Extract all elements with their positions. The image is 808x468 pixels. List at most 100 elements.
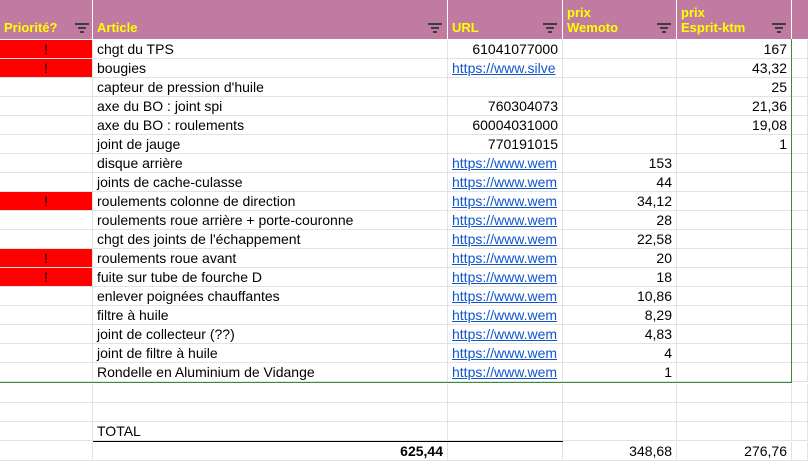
priority-cell[interactable] <box>0 325 93 344</box>
url-cell[interactable]: https://www.silve <box>448 59 563 78</box>
url-cell[interactable]: https://www.wem <box>448 173 563 192</box>
cell[interactable] <box>677 422 792 441</box>
esprit-price-cell[interactable] <box>677 325 792 344</box>
article-cell[interactable]: joint de collecteur (??) <box>93 325 448 344</box>
esprit-price-cell[interactable]: 25 <box>677 78 792 97</box>
wemoto-price-cell[interactable]: 22,58 <box>563 230 677 249</box>
article-cell[interactable]: disque arrière <box>93 154 448 173</box>
wemoto-price-cell[interactable] <box>563 135 677 154</box>
url-cell[interactable]: https://www.wem <box>448 268 563 287</box>
wemoto-price-cell[interactable]: 20 <box>563 249 677 268</box>
priority-cell[interactable] <box>0 306 93 325</box>
article-cell[interactable]: joint de filtre à huile <box>93 344 448 363</box>
cell[interactable] <box>792 442 808 461</box>
cell[interactable] <box>792 306 808 325</box>
article-cell[interactable]: roulements roue avant <box>93 249 448 268</box>
cell[interactable] <box>792 268 808 287</box>
cell[interactable] <box>448 384 563 403</box>
priority-cell[interactable] <box>0 116 93 135</box>
priority-cell[interactable] <box>0 78 93 97</box>
article-cell[interactable]: axe du BO : joint spi <box>93 97 448 116</box>
article-cell[interactable]: bougies <box>93 59 448 78</box>
cell[interactable] <box>448 422 563 441</box>
cell[interactable] <box>792 344 808 363</box>
cell[interactable] <box>563 384 677 403</box>
url-cell[interactable]: https://www.wem <box>448 249 563 268</box>
cell[interactable] <box>792 384 808 403</box>
wemoto-price-cell[interactable]: 4 <box>563 344 677 363</box>
cell[interactable] <box>792 403 808 422</box>
priority-cell[interactable]: ! <box>0 249 93 268</box>
article-cell[interactable]: fuite sur tube de fourche D <box>93 268 448 287</box>
cell[interactable] <box>0 403 93 422</box>
header-url[interactable]: URL <box>448 0 563 39</box>
cell[interactable] <box>792 230 808 249</box>
priority-cell[interactable] <box>0 211 93 230</box>
esprit-price-cell[interactable] <box>677 230 792 249</box>
cell[interactable] <box>792 422 808 441</box>
url-cell[interactable]: https://www.wem <box>448 325 563 344</box>
esprit-price-cell[interactable] <box>677 173 792 192</box>
header-priority[interactable]: Priorité? <box>0 0 93 39</box>
article-cell[interactable]: joints de cache-culasse <box>93 173 448 192</box>
priority-cell[interactable]: ! <box>0 268 93 287</box>
article-cell[interactable]: roulements colonne de direction <box>93 192 448 211</box>
article-cell[interactable]: capteur de pression d'huile <box>93 78 448 97</box>
cell[interactable] <box>792 78 808 97</box>
wemoto-price-cell[interactable]: 153 <box>563 154 677 173</box>
cell[interactable] <box>792 363 808 382</box>
wemoto-price-cell[interactable]: 8,29 <box>563 306 677 325</box>
cell[interactable] <box>792 249 808 268</box>
cell[interactable] <box>448 442 563 461</box>
wemoto-price-cell[interactable]: 34,12 <box>563 192 677 211</box>
wemoto-total[interactable]: 348,68 <box>563 442 677 461</box>
url-cell[interactable]: https://www.wem <box>448 211 563 230</box>
filter-icon[interactable] <box>543 23 557 33</box>
wemoto-price-cell[interactable]: 44 <box>563 173 677 192</box>
cell[interactable] <box>0 442 93 461</box>
cell[interactable] <box>792 97 808 116</box>
esprit-price-cell[interactable] <box>677 363 792 382</box>
esprit-price-cell[interactable] <box>677 287 792 306</box>
url-cell[interactable]: https://www.wem <box>448 344 563 363</box>
priority-cell[interactable] <box>0 135 93 154</box>
article-cell[interactable]: enlever poignées chauffantes <box>93 287 448 306</box>
wemoto-price-cell[interactable] <box>563 59 677 78</box>
wemoto-price-cell[interactable] <box>563 40 677 59</box>
cell[interactable] <box>563 403 677 422</box>
article-cell[interactable]: roulements roue arrière + porte-couronne <box>93 211 448 230</box>
url-cell[interactable]: 61041077000 <box>448 40 563 59</box>
cell[interactable] <box>677 403 792 422</box>
priority-cell[interactable] <box>0 97 93 116</box>
url-cell[interactable]: https://www.wem <box>448 363 563 382</box>
article-cell[interactable]: joint de jauge <box>93 135 448 154</box>
cell[interactable] <box>563 422 677 441</box>
priority-cell[interactable] <box>0 363 93 382</box>
grand-total[interactable]: 625,44 <box>93 442 448 461</box>
cell[interactable] <box>0 422 93 441</box>
cell[interactable] <box>792 154 808 173</box>
wemoto-price-cell[interactable]: 10,86 <box>563 287 677 306</box>
filter-icon[interactable] <box>428 23 442 33</box>
cell[interactable] <box>792 116 808 135</box>
cell[interactable] <box>677 384 792 403</box>
esprit-price-cell[interactable]: 43,32 <box>677 59 792 78</box>
url-cell[interactable]: https://www.wem <box>448 306 563 325</box>
url-cell[interactable]: https://www.wem <box>448 287 563 306</box>
cell[interactable] <box>792 192 808 211</box>
cell[interactable] <box>792 287 808 306</box>
cell[interactable] <box>448 403 563 422</box>
cell[interactable] <box>93 403 448 422</box>
wemoto-price-cell[interactable] <box>563 78 677 97</box>
filter-icon[interactable] <box>75 23 89 33</box>
cell[interactable] <box>792 59 808 78</box>
esprit-price-cell[interactable] <box>677 192 792 211</box>
priority-cell[interactable]: ! <box>0 59 93 78</box>
wemoto-price-cell[interactable]: 4,83 <box>563 325 677 344</box>
esprit-price-cell[interactable]: 21,36 <box>677 97 792 116</box>
wemoto-price-cell[interactable]: 18 <box>563 268 677 287</box>
cell[interactable] <box>792 40 808 59</box>
priority-cell[interactable] <box>0 230 93 249</box>
wemoto-price-cell[interactable] <box>563 116 677 135</box>
article-cell[interactable]: filtre à huile <box>93 306 448 325</box>
